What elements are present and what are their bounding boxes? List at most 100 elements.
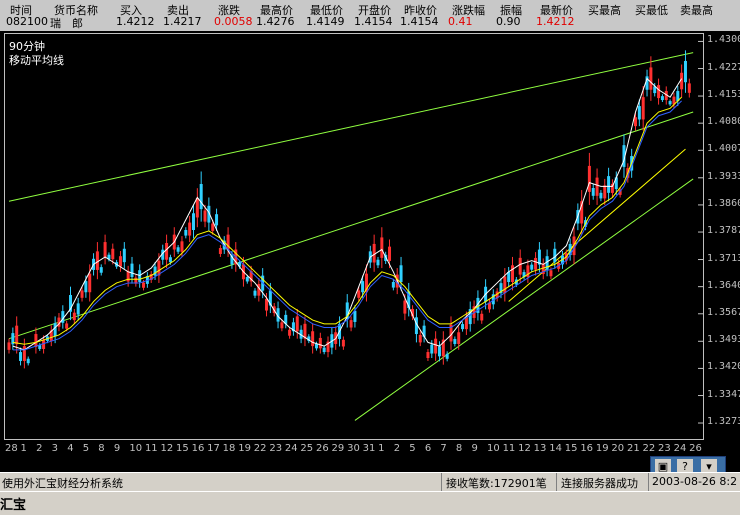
quote-value-4: 0.0058 xyxy=(214,15,253,28)
x-tick-label: 6 xyxy=(424,443,432,454)
y-tick-label: 1.3273 xyxy=(707,416,740,428)
quote-value-7: 1.4154 xyxy=(354,15,393,28)
candle-body xyxy=(534,257,538,270)
candle-body xyxy=(111,248,115,260)
x-tick-label: 25 xyxy=(300,443,314,454)
x-tick-label: 12 xyxy=(518,443,531,454)
price-chart[interactable]: 90分钟 移动平均线 xyxy=(4,33,704,440)
quote-value-2: 1.4212 xyxy=(116,15,155,28)
candle-body xyxy=(549,270,553,277)
candle-body xyxy=(437,346,441,357)
x-tick-label: 26 xyxy=(315,443,329,454)
candle-body xyxy=(142,282,146,288)
y-tick-label: 1.3640 xyxy=(707,279,740,291)
x-tick-label: 24 xyxy=(284,443,298,454)
y-tick-label: 1.3567 xyxy=(707,306,740,318)
x-tick-label: 18 xyxy=(222,443,236,454)
x-tick-label: 15 xyxy=(564,443,578,454)
x-tick-label: 19 xyxy=(238,443,251,454)
candle-body xyxy=(191,213,195,230)
x-tick-label: 4 xyxy=(67,443,74,454)
x-tick-label: 11 xyxy=(502,443,516,454)
candle-body xyxy=(511,265,515,283)
quote-value-0: 082100 xyxy=(6,15,48,28)
status-app-name: 使用外汇宝财经分析系统 xyxy=(2,477,123,490)
quote-header-13: 买最低 xyxy=(635,4,668,17)
x-tick-label: 9 xyxy=(113,443,121,454)
candle-body xyxy=(26,358,30,364)
x-tick-label: 9 xyxy=(471,443,478,454)
candle-body xyxy=(660,96,664,101)
candle-body xyxy=(280,322,284,329)
quote-value-9: 0.41 xyxy=(448,15,473,28)
x-tick-label: 13 xyxy=(533,443,547,454)
candle-body xyxy=(34,334,38,348)
candle-body xyxy=(314,343,318,349)
x-tick-label: 16 xyxy=(191,443,205,454)
candle-body xyxy=(295,316,299,332)
candle-body xyxy=(176,247,180,252)
candle-body xyxy=(426,352,430,358)
candle-body xyxy=(457,332,461,344)
candle-body xyxy=(103,242,107,257)
candle-body xyxy=(361,281,365,293)
candle-body xyxy=(453,338,457,344)
candle-body xyxy=(445,353,449,359)
candle-body xyxy=(530,264,534,270)
x-tick-label: 28 xyxy=(5,443,18,454)
candle-body xyxy=(349,320,353,328)
x-tick-label: 1 xyxy=(20,443,27,454)
candle-body xyxy=(461,324,465,330)
candle-body xyxy=(683,60,687,83)
x-tick-label: 1 xyxy=(378,443,385,454)
candle-body xyxy=(203,210,207,222)
candle-body xyxy=(357,290,361,298)
candle-body xyxy=(430,344,434,354)
candle-body xyxy=(318,337,322,349)
x-tick-label: 29 xyxy=(331,443,345,454)
x-tick-label: 8 xyxy=(98,443,105,454)
candle-body xyxy=(311,331,315,347)
x-tick-label: 12 xyxy=(160,443,174,454)
quote-value-1: 瑞 郎 xyxy=(50,17,83,30)
status-bar: 使用外汇宝财经分析系统 接收笔数:172901笔 连接服务器成功 2003-08… xyxy=(0,472,740,492)
y-tick-label: 1.4153 xyxy=(707,89,740,101)
trendline xyxy=(8,111,694,340)
x-tick-label: 5 xyxy=(409,443,416,454)
x-tick-label: 16 xyxy=(580,443,594,454)
x-axis: 28 1 2 3 4 5 8 9 10 11 12 15 16 17 18 19 22 23 24 25 26 29 30 3… xyxy=(0,440,740,458)
candle-body xyxy=(253,290,257,296)
candle-body xyxy=(599,192,603,199)
candle-body xyxy=(388,246,392,261)
candle-body xyxy=(265,298,269,311)
candle-body xyxy=(7,342,11,350)
x-tick-label: 31 xyxy=(362,443,376,454)
candle-body xyxy=(418,334,422,343)
x-tick-label: 15 xyxy=(176,443,189,454)
quote-value-11: 1.4212 xyxy=(536,15,575,28)
candle-body xyxy=(215,214,219,226)
x-tick-label: 23 xyxy=(269,443,283,454)
candle-body xyxy=(518,257,522,275)
x-tick-label: 30 xyxy=(347,443,360,454)
candle-body xyxy=(391,282,395,288)
y-tick-label: 1.3493 xyxy=(707,334,740,346)
x-tick-label: 21 xyxy=(626,443,640,454)
candle-body xyxy=(403,300,407,314)
candle-body xyxy=(84,281,88,293)
taskbar-title[interactable]: 汇宝 xyxy=(0,494,26,513)
y-tick-label: 1.4300 xyxy=(707,34,740,46)
y-tick-label: 1.4080 xyxy=(707,116,740,128)
candle-body xyxy=(603,185,607,199)
candle-body xyxy=(607,176,611,193)
candle-body xyxy=(15,325,19,345)
y-axis: 1.4300 1.4227 1.4153 1.4080 1.4007 1.3933 1.38… xyxy=(703,33,740,439)
candle-body xyxy=(353,310,357,322)
indicator-label: 移动平均线 xyxy=(9,54,64,67)
candle-body xyxy=(218,248,222,254)
candle-body xyxy=(19,352,23,361)
candle-body xyxy=(138,270,142,282)
candle-body xyxy=(130,263,134,277)
quote-header-14: 卖最高 xyxy=(680,4,713,17)
quote-value-8: 1.4154 xyxy=(400,15,439,28)
